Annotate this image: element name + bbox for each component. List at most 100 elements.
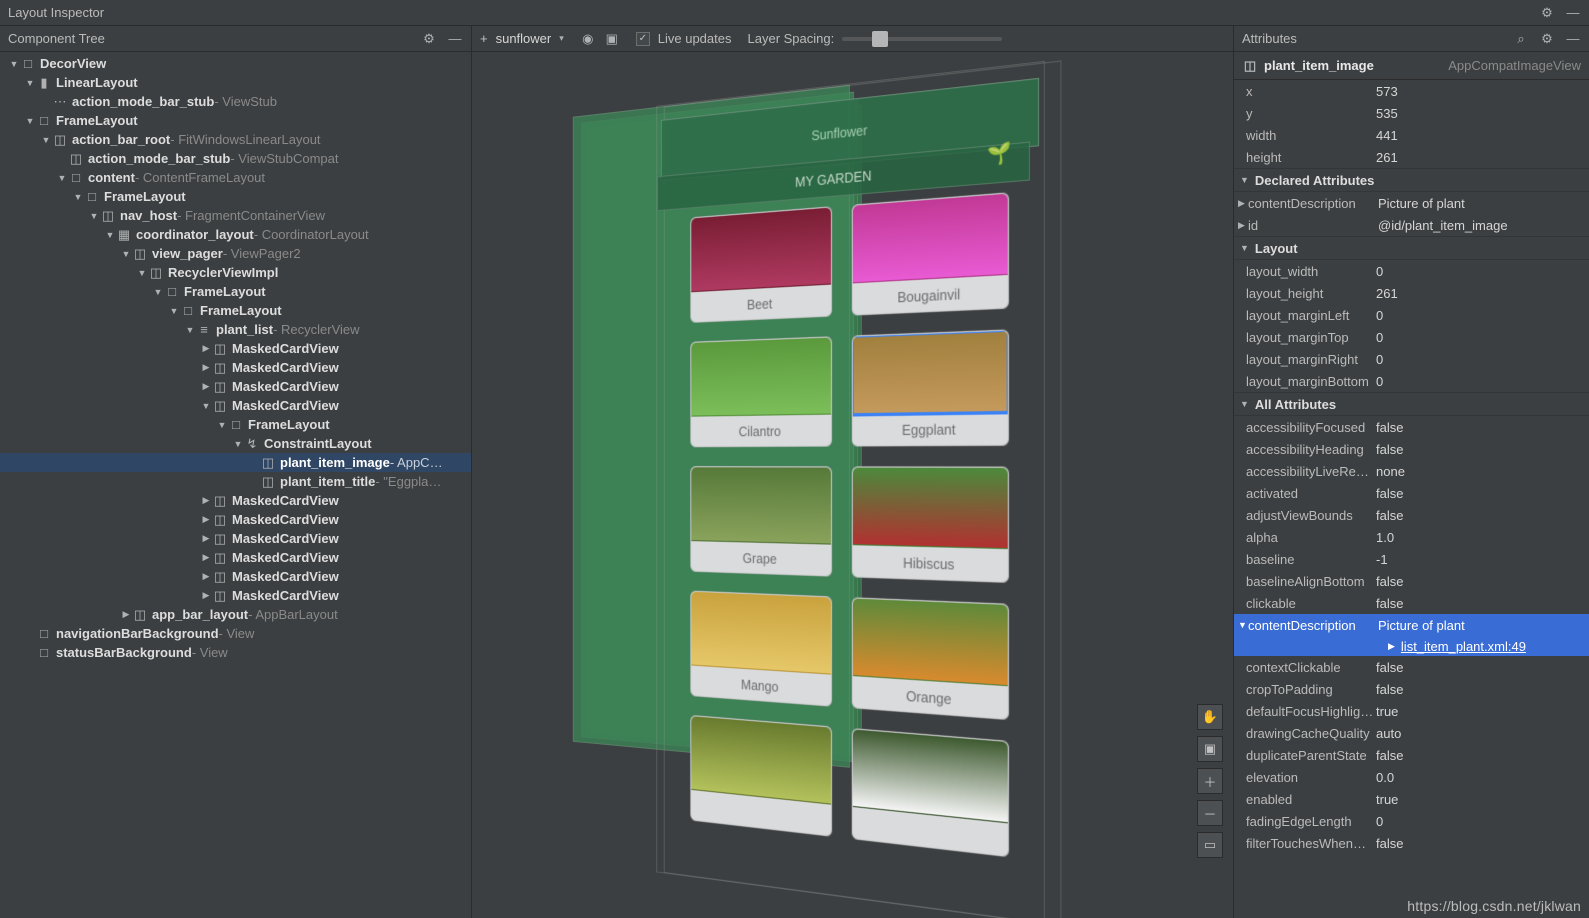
tree-node[interactable]: ▶◫MaskedCardView	[0, 567, 471, 586]
search-icon[interactable]: ⌕	[1513, 31, 1529, 47]
attributes-body[interactable]: x573y535width441height261▼Declared Attri…	[1234, 80, 1589, 918]
expand-arrow-icon[interactable]: ▶	[200, 552, 212, 563]
attr-section-header[interactable]: ▼Layout	[1234, 236, 1589, 260]
expand-arrow-icon[interactable]: ▼	[24, 78, 36, 88]
expand-arrow-icon[interactable]: ▶	[120, 609, 132, 620]
tree-node[interactable]: ⋯action_mode_bar_stub - ViewStub	[0, 92, 471, 111]
live-updates-checkbox[interactable]: ✓ Live updates	[636, 31, 732, 46]
tree-node[interactable]: ◫action_mode_bar_stub - ViewStubCompat	[0, 149, 471, 168]
layer-spacing-slider[interactable]	[842, 37, 1002, 41]
tree-node[interactable]: ▶◫MaskedCardView	[0, 377, 471, 396]
expand-arrow-icon[interactable]: ▼	[8, 59, 20, 69]
plant-card[interactable]: Hibiscus	[852, 466, 1009, 582]
attribute-row[interactable]: layout_height261	[1234, 282, 1589, 304]
attribute-row[interactable]: fadingEdgeLength0	[1234, 810, 1589, 832]
attribute-row[interactable]: layout_marginTop0	[1234, 326, 1589, 348]
expand-arrow-icon[interactable]: ▼	[232, 439, 244, 449]
tree-node[interactable]: ▼□FrameLayout	[0, 415, 471, 434]
attribute-row[interactable]: clickablefalse	[1234, 592, 1589, 614]
expand-arrow-icon[interactable]: ▼	[24, 116, 36, 126]
expand-arrow-icon[interactable]: ▼	[120, 249, 132, 259]
collapse-icon[interactable]: —	[447, 31, 463, 47]
attribute-row[interactable]: accessibilityLiveRegionnone	[1234, 460, 1589, 482]
source-link[interactable]: list_item_plant.xml:49	[1401, 639, 1526, 654]
attribute-row[interactable]: height261	[1234, 146, 1589, 168]
zoom-out-button[interactable]: －	[1197, 800, 1223, 826]
tree-node[interactable]: ▼◫MaskedCardView	[0, 396, 471, 415]
plant-card[interactable]: Mango	[690, 591, 832, 707]
plant-card[interactable]	[852, 728, 1009, 857]
tree-node[interactable]: ▼□FrameLayout	[0, 301, 471, 320]
expand-arrow-icon[interactable]: ▶	[200, 362, 212, 373]
gear-icon[interactable]: ⚙	[1539, 5, 1555, 21]
attribute-row[interactable]: cropToPaddingfalse	[1234, 678, 1589, 700]
expand-arrow-icon[interactable]: ▼	[104, 230, 116, 240]
tree-node[interactable]: ▼◫view_pager - ViewPager2	[0, 244, 471, 263]
attribute-row[interactable]: contextClickablefalse	[1234, 656, 1589, 678]
expand-arrow-icon[interactable]: ▼	[56, 173, 68, 183]
tree-node[interactable]: ▶◫MaskedCardView	[0, 510, 471, 529]
process-selector[interactable]: + sunflower ▾	[480, 31, 564, 46]
chevron-right-icon[interactable]: ▶	[1238, 198, 1248, 209]
overlay-toggle-icon[interactable]: ▣	[604, 31, 620, 47]
gear-icon[interactable]: ⚙	[1539, 31, 1555, 47]
attribute-row[interactable]: y535	[1234, 102, 1589, 124]
attribute-row[interactable]: defaultFocusHighlight…true	[1234, 700, 1589, 722]
attribute-row[interactable]: baseline-1	[1234, 548, 1589, 570]
plant-card[interactable]: Grape	[690, 466, 832, 576]
attribute-row[interactable]: x573	[1234, 80, 1589, 102]
tree-node[interactable]: ◫plant_item_image - AppC…	[0, 453, 471, 472]
attr-section-header[interactable]: ▼All Attributes	[1234, 392, 1589, 416]
plant-card[interactable]: Beet	[690, 206, 832, 323]
expand-arrow-icon[interactable]: ▼	[88, 211, 100, 221]
attr-section-header[interactable]: ▼Declared Attributes	[1234, 168, 1589, 192]
tree-node[interactable]: ▶◫MaskedCardView	[0, 548, 471, 567]
tree-node[interactable]: ◫plant_item_title - "Eggpla…	[0, 472, 471, 491]
attribute-row[interactable]: filterTouchesWhenOb…false	[1234, 832, 1589, 854]
attribute-row[interactable]: ▶id@id/plant_item_image	[1234, 214, 1589, 236]
pan-tool-button[interactable]: ✋	[1197, 704, 1223, 730]
slider-thumb[interactable]	[872, 31, 888, 47]
plant-card[interactable]: Bougainvil	[852, 192, 1009, 315]
attribute-row[interactable]: drawingCacheQualityauto	[1234, 722, 1589, 744]
expand-arrow-icon[interactable]: ▼	[136, 268, 148, 278]
attribute-row[interactable]: width441	[1234, 124, 1589, 146]
expand-arrow-icon[interactable]: ▶	[200, 590, 212, 601]
tree-node[interactable]: □statusBarBackground - View	[0, 643, 471, 662]
attribute-row[interactable]: accessibilityHeadingfalse	[1234, 438, 1589, 460]
expand-arrow-icon[interactable]: ▼	[152, 287, 164, 297]
attribute-row[interactable]: enabledtrue	[1234, 788, 1589, 810]
attribute-row[interactable]: accessibilityFocusedfalse	[1234, 416, 1589, 438]
tree-node[interactable]: ▼▦coordinator_layout - CoordinatorLayout	[0, 225, 471, 244]
tree-node[interactable]: ▼◫action_bar_root - FitWindowsLinearLayo…	[0, 130, 471, 149]
tree-node[interactable]: ▶◫MaskedCardView	[0, 358, 471, 377]
plant-card[interactable]	[690, 715, 832, 837]
plant-card[interactable]: Orange	[852, 597, 1009, 720]
layout-canvas[interactable]: Sunflower MY GARDEN 🌱 BeetBougainvilCila…	[472, 52, 1233, 918]
chevron-right-icon[interactable]: ▶	[1238, 220, 1248, 231]
attribute-row[interactable]: layout_marginLeft0	[1234, 304, 1589, 326]
plant-card[interactable]: AppCompatImageViewEggplant	[852, 329, 1009, 446]
tree-node[interactable]: ▼□content - ContentFrameLayout	[0, 168, 471, 187]
expand-arrow-icon[interactable]: ▼	[184, 325, 196, 335]
zoom-in-button[interactable]: ＋	[1197, 768, 1223, 794]
fit-screen-button[interactable]: ▭	[1197, 832, 1223, 858]
visibility-icon[interactable]: ◉	[580, 31, 596, 47]
tree-node[interactable]: ▼↯ConstraintLayout	[0, 434, 471, 453]
layers-tool-button[interactable]: ▣	[1197, 736, 1223, 762]
attribute-row[interactable]: ▼contentDescriptionPicture of plant	[1234, 614, 1589, 636]
tree-node[interactable]: ▶◫MaskedCardView	[0, 339, 471, 358]
tree-node[interactable]: ▼◫RecyclerViewImpl	[0, 263, 471, 282]
attribute-row[interactable]: elevation0.0	[1234, 766, 1589, 788]
attribute-row[interactable]: duplicateParentStatefalse	[1234, 744, 1589, 766]
expand-arrow-icon[interactable]: ▶	[200, 495, 212, 506]
tree-node[interactable]: ▶◫app_bar_layout - AppBarLayout	[0, 605, 471, 624]
expand-arrow-icon[interactable]: ▶	[200, 514, 212, 525]
tree-node[interactable]: □navigationBarBackground - View	[0, 624, 471, 643]
chevron-down-icon[interactable]: ▼	[1238, 620, 1248, 630]
tree-node[interactable]: ▶◫MaskedCardView	[0, 529, 471, 548]
tree-node[interactable]: ▼□FrameLayout	[0, 111, 471, 130]
minimize-icon[interactable]: —	[1565, 5, 1581, 21]
tree-node[interactable]: ▼□FrameLayout	[0, 282, 471, 301]
expand-arrow-icon[interactable]: ▼	[40, 135, 52, 145]
